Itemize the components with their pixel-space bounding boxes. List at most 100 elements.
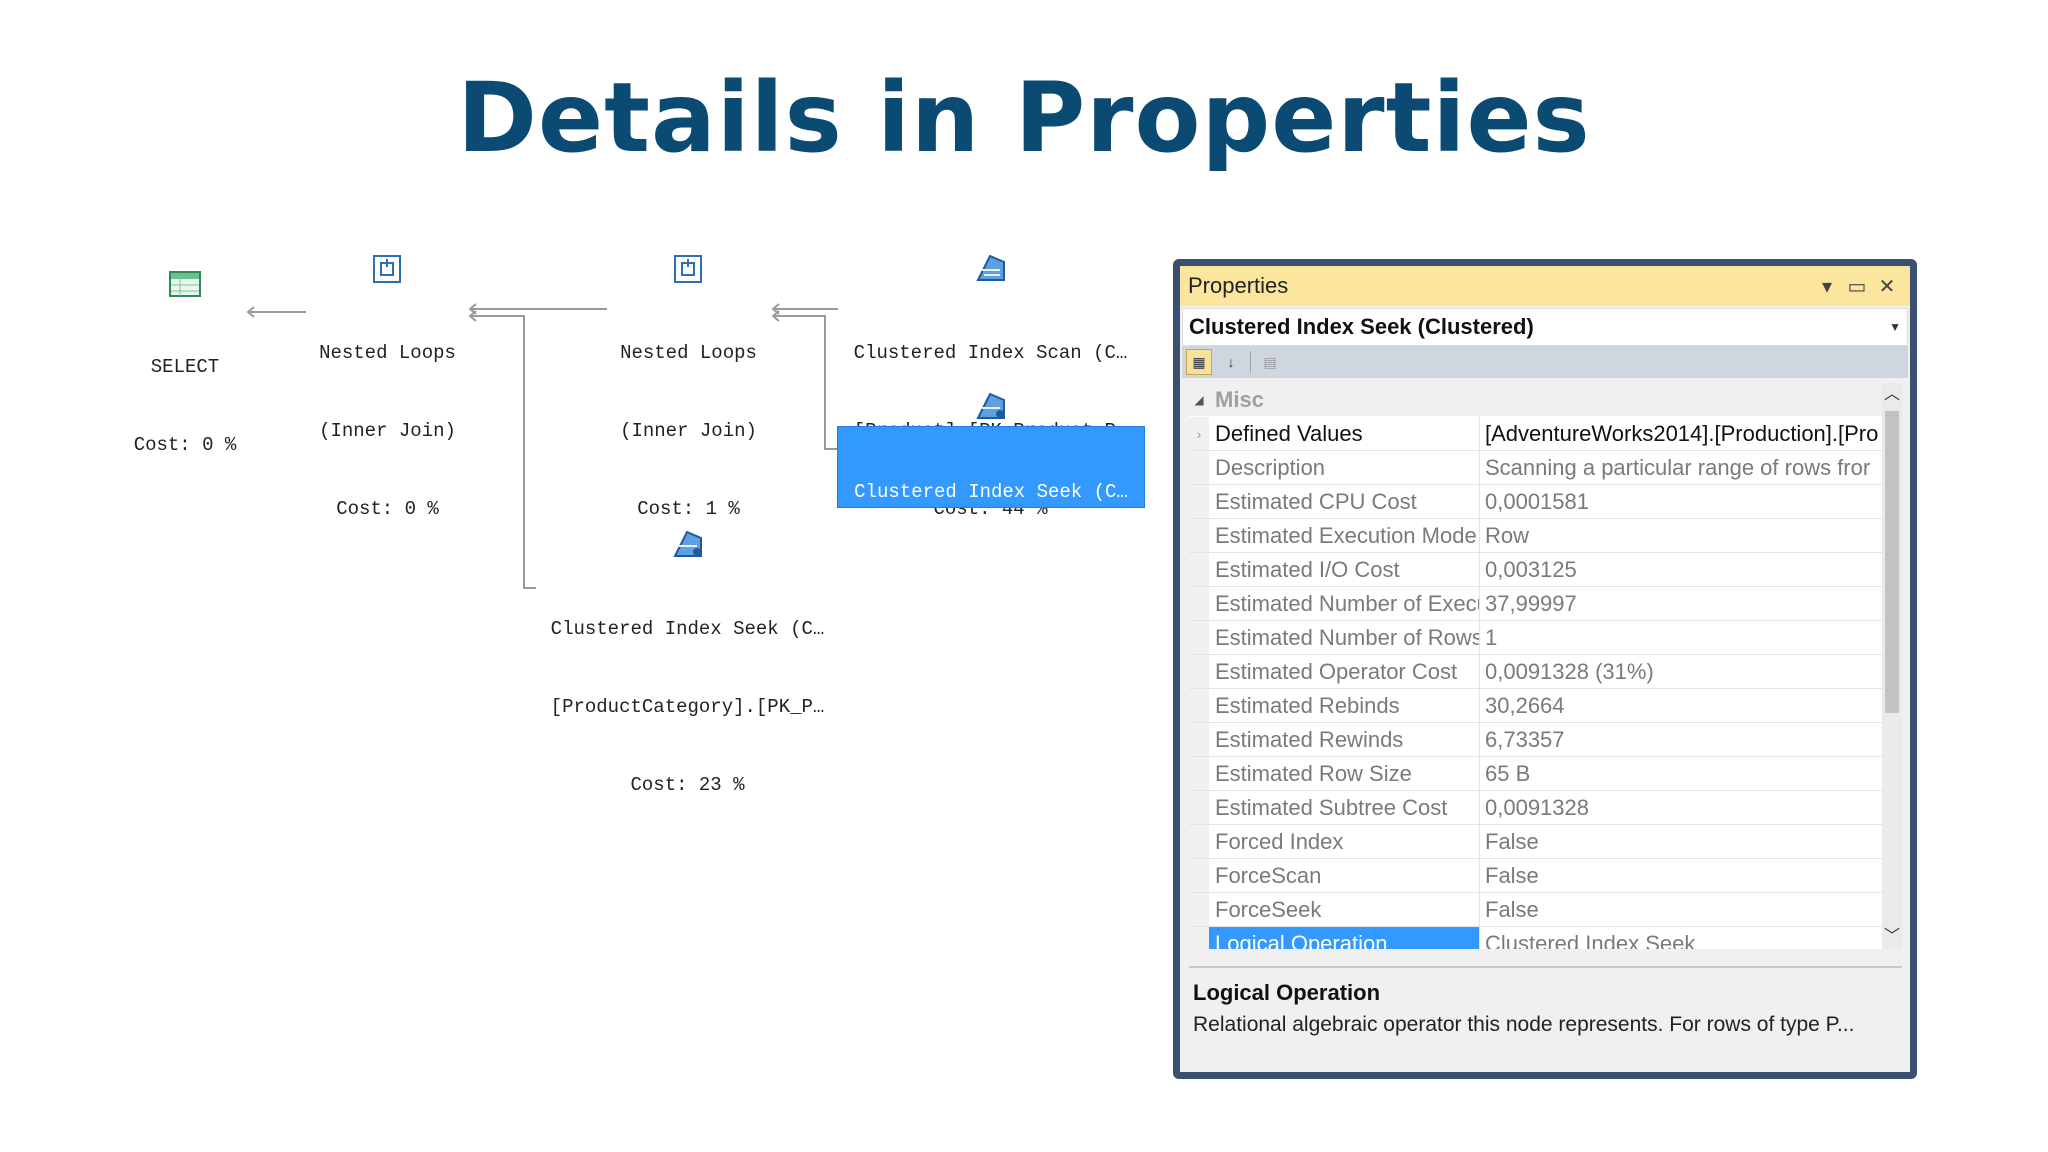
plan-node-clustered-index-seek-category[interactable]: Clustered Index Seek (C… [ProductCategor… [535, 528, 840, 796]
property-row[interactable]: Description Scanning a particular range o… [1189, 451, 1882, 485]
description-title: Logical Operation [1193, 980, 1381, 1005]
maximize-icon[interactable]: ▭ [1842, 274, 1872, 299]
property-name: Estimated CPU Cost [1209, 485, 1480, 518]
property-value[interactable]: 37,99997 [1480, 587, 1882, 620]
close-icon[interactable]: ✕ [1872, 274, 1902, 299]
property-value[interactable]: False [1480, 859, 1882, 892]
property-name: Estimated Number of Rows [1209, 621, 1480, 654]
property-value[interactable]: 6,73357 [1480, 723, 1882, 756]
property-row[interactable]: Estimated Rebinds 30,2664 [1189, 689, 1882, 723]
scroll-thumb[interactable] [1885, 411, 1899, 713]
property-grid[interactable]: ◢ Misc › Defined Values [AdventureWorks201… [1189, 383, 1902, 949]
property-row[interactable]: › Defined Values [AdventureWorks2014].[Pro… [1189, 417, 1882, 451]
plan-node-clustered-index-seek-subcategory[interactable]: Clustered Index Seek (C… [ProductSubcate… [837, 390, 1145, 659]
description-text: Relational algebraic operator this node … [1193, 1013, 1855, 1036]
plan-node-nested-loops-2[interactable]: Nested Loops (Inner Join) Cost: 1 % [606, 252, 771, 520]
node-join-type: (Inner Join) [620, 420, 757, 442]
category-row[interactable]: ◢ Misc [1189, 383, 1882, 416]
property-value[interactable]: Row [1480, 519, 1882, 552]
property-row[interactable]: Logical Operation Clustered Index Seek [1189, 927, 1882, 949]
node-label: Clustered Index Seek (C… [854, 481, 1128, 503]
node-cost: Cost: 0 % [133, 434, 237, 456]
category-label: Misc [1215, 386, 1264, 412]
property-name: Estimated Rebinds [1209, 689, 1480, 722]
property-value[interactable]: [AdventureWorks2014].[Production].[Pro [1480, 417, 1882, 450]
node-label: Clustered Index Scan (C… [853, 342, 1128, 364]
property-name: Estimated I/O Cost [1209, 553, 1480, 586]
properties-window: Properties ▾ ▭ ✕ Clustered Index Seek (C… [1173, 259, 1917, 1079]
dropdown-arrow-icon[interactable]: ▾ [1812, 274, 1842, 299]
plan-node-select[interactable]: SELECT Cost: 0 % [120, 268, 250, 456]
property-pages-icon[interactable]: ▤ [1257, 349, 1283, 375]
property-row[interactable]: Estimated Execution Mode Row [1189, 519, 1882, 553]
property-value[interactable]: False [1480, 893, 1882, 926]
toolbar-separator [1250, 351, 1251, 373]
node-label: SELECT [150, 356, 220, 378]
property-row[interactable]: ForceScan False [1189, 859, 1882, 893]
property-value[interactable]: Scanning a particular range of rows fror [1480, 451, 1882, 484]
property-value[interactable]: 0,0091328 [1480, 791, 1882, 824]
row-gutter [1189, 723, 1209, 756]
property-name: Estimated Operator Cost [1209, 655, 1480, 688]
property-row[interactable]: Estimated Rewinds 6,73357 [1189, 723, 1882, 757]
property-value[interactable]: False [1480, 825, 1882, 858]
categorized-icon[interactable]: ▦ [1186, 349, 1212, 375]
node-label: Nested Loops [620, 342, 757, 364]
property-value[interactable]: 0,003125 [1480, 553, 1882, 586]
row-gutter [1189, 621, 1209, 654]
property-value[interactable]: 1 [1480, 621, 1882, 654]
property-name: Forced Index [1209, 825, 1480, 858]
chevron-down-icon[interactable]: ▼ [1889, 320, 1901, 334]
node-cost: Cost: 31 % [933, 637, 1049, 659]
property-value[interactable]: Clustered Index Seek [1480, 927, 1882, 949]
scroll-down-icon[interactable]: ﹀ [1882, 925, 1902, 949]
property-row[interactable]: ForceSeek False [1189, 893, 1882, 927]
row-gutter [1189, 587, 1209, 620]
property-row[interactable]: Estimated Operator Cost 0,0091328 (31%) [1189, 655, 1882, 689]
row-gutter [1189, 655, 1209, 688]
property-value[interactable]: 0,0091328 (31%) [1480, 655, 1882, 688]
nested-loops-icon [372, 254, 402, 292]
clustered-index-scan-icon [974, 252, 1008, 292]
sort-alphabetical-icon[interactable]: ↓ [1218, 349, 1244, 375]
clustered-index-seek-icon [974, 390, 1008, 430]
row-gutter [1189, 825, 1209, 858]
vertical-scrollbar[interactable]: ︿ ﹀ [1882, 383, 1902, 949]
node-object: [ProductCategory].[PK_P… [550, 696, 825, 718]
property-row[interactable]: Estimated Subtree Cost 0,0091328 [1189, 791, 1882, 825]
properties-titlebar[interactable]: Properties ▾ ▭ ✕ [1180, 266, 1910, 306]
property-row[interactable]: Estimated I/O Cost 0,003125 [1189, 553, 1882, 587]
property-row[interactable]: Forced Index False [1189, 825, 1882, 859]
plan-node-nested-loops-1[interactable]: Nested Loops (Inner Join) Cost: 0 % [305, 252, 470, 520]
property-row[interactable]: Estimated Number of Rows 1 [1189, 621, 1882, 655]
property-row[interactable]: Estimated Row Size 65 B [1189, 757, 1882, 791]
property-name: Estimated Row Size [1209, 757, 1480, 790]
window-title: Properties [1188, 273, 1289, 298]
property-value[interactable]: 65 B [1480, 757, 1882, 790]
node-cost: Cost: 0 % [336, 498, 439, 520]
expand-chevron-icon[interactable]: › [1189, 417, 1209, 450]
property-value[interactable]: 0,0001581 [1480, 485, 1882, 518]
execution-plan-diagram: SELECT Cost: 0 % Nested Loops (Inner Joi… [0, 0, 1160, 796]
plan-node-clustered-index-scan[interactable]: Clustered Index Scan (C… [Product].[PK_P… [838, 252, 1143, 520]
row-gutter [1189, 757, 1209, 790]
row-gutter [1189, 451, 1209, 484]
object-selector[interactable]: Clustered Index Seek (Clustered) ▼ [1182, 308, 1908, 346]
node-join-type: (Inner Join) [319, 420, 456, 442]
collapse-triangle-icon[interactable]: ◢ [1189, 393, 1209, 407]
property-row[interactable]: Estimated CPU Cost 0,0001581 [1189, 485, 1882, 519]
scroll-up-icon[interactable]: ︿ [1882, 383, 1902, 407]
property-name: Estimated Rewinds [1209, 723, 1480, 756]
row-gutter [1189, 927, 1209, 949]
row-gutter [1189, 893, 1209, 926]
property-value[interactable]: 30,2664 [1480, 689, 1882, 722]
property-name: Estimated Number of Execu [1209, 587, 1480, 620]
property-name: Estimated Subtree Cost [1209, 791, 1480, 824]
property-row[interactable]: Estimated Number of Execu 37,99997 [1189, 587, 1882, 621]
property-name: Defined Values [1209, 417, 1480, 450]
row-gutter [1189, 553, 1209, 586]
node-label: Clustered Index Seek (C… [550, 618, 825, 640]
node-cost: Cost: 1 % [637, 498, 740, 520]
row-gutter [1189, 859, 1209, 892]
node-cost: Cost: 23 % [630, 774, 745, 796]
